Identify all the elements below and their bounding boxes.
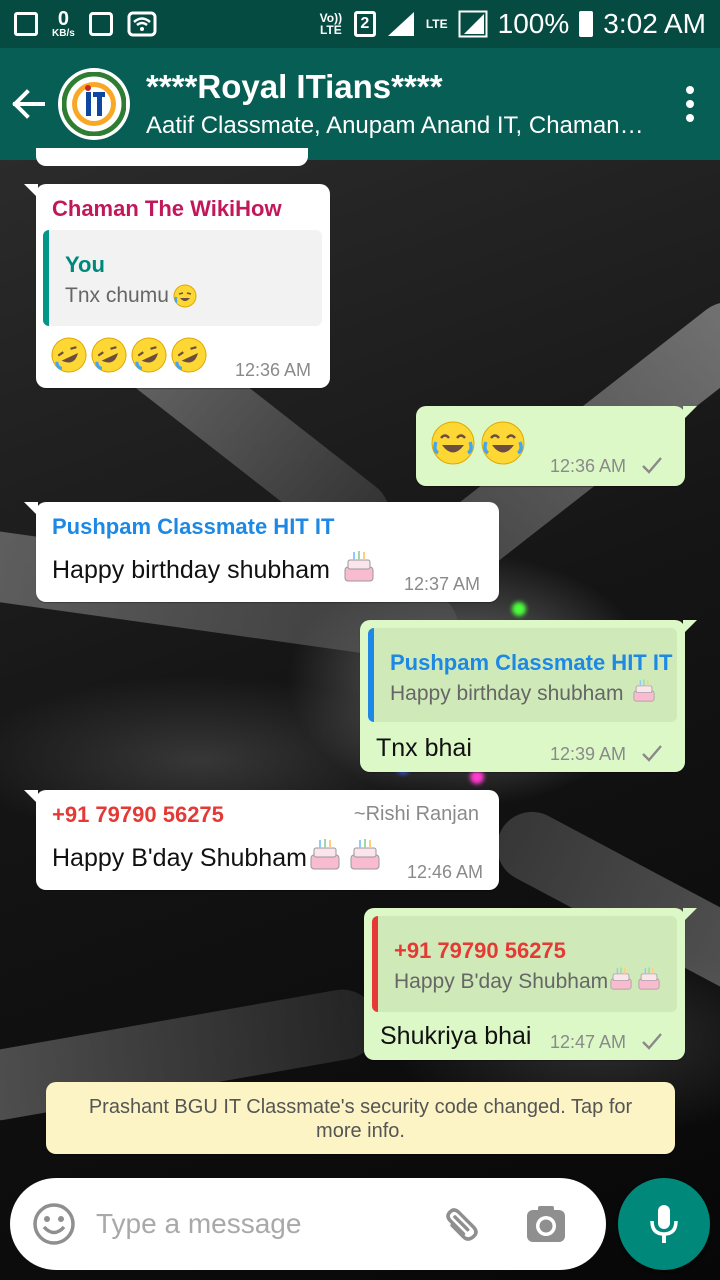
rolling-laughing-emoji-icon [91,337,127,373]
battery-percent: 100% [497,8,570,39]
network-type: LTE [425,17,448,31]
message-bubble[interactable]: Chaman The WikiHow You Tnx chumu 12:36 A… [24,184,330,388]
message-time: 12:37 AM [404,574,481,594]
quote-author: Pushpam Classmate HIT IT [390,650,673,675]
arrow-left-icon [12,89,45,119]
birthday-cake-emoji-icon [350,839,380,870]
message-time: 12:36 AM [550,456,627,476]
tears-of-joy-emoji-icon [481,421,525,465]
message-text-content: Happy B'day Shubham [52,844,307,872]
quote-text-content: Happy B'day Shubham [394,970,609,993]
voice-message-button[interactable] [618,1178,710,1270]
sender-alias: ~Rishi Ranjan [353,803,479,825]
menu-dot [686,86,694,94]
group-name: ****Royal ITians**** [146,68,443,105]
birthday-cake-emoji-icon [344,551,374,582]
quote-author: +91 79790 56275 [394,938,566,963]
message-time: 12:47 AM [550,1032,627,1052]
signal-2-icon [458,10,488,38]
rolling-laughing-emoji-icon [171,337,207,373]
message-bubble[interactable]: Pushpam Classmate HIT IT Happy birthday … [360,620,697,772]
emoji-row [430,420,526,466]
signal-icon [387,12,414,36]
data-speed-value: 0 [57,8,69,30]
group-members: Aatif Classmate, Anupam Anand IT, Chaman… [146,112,646,139]
menu-dot [686,100,694,108]
birthday-cake-emoji-icon [633,679,655,702]
battery-icon [579,11,594,37]
quote-bar [372,916,378,1012]
quote-text-content: Happy birthday shubham [390,682,624,705]
message-text: Happy B'day Shubham [52,839,383,873]
emoji-row [50,336,208,374]
quote-bar [368,628,374,722]
birthday-cake-emoji-icon [310,839,340,870]
laughing-tears-emoji-icon [173,284,197,308]
camera-button[interactable] [524,1202,568,1246]
rolling-laughing-emoji-icon [131,337,167,373]
clock: 3:02 AM [603,8,706,39]
message-bubble[interactable]: 12:36 AM [416,406,697,486]
status-bar: 0 KB/s Vo)) LTE 2 LTE 100% 3:02 AM [0,0,720,48]
tears-of-joy-emoji-icon [431,421,475,465]
group-avatar[interactable] [58,68,130,140]
sent-check-icon [642,457,662,474]
sim-indicator: 2 [353,11,376,37]
sender-name: Chaman The WikiHow [52,196,282,221]
rolling-laughing-emoji-icon [51,337,87,373]
message-bubble[interactable]: +91 79790 56275 ~Rishi Ranjan Happy B'da… [24,790,499,890]
security-code-notice[interactable]: Prashant BGU IT Classmate's security cod… [46,1082,675,1154]
previous-message-edge [36,148,308,166]
screenshot-icon [14,12,38,36]
microphone-icon [650,1205,678,1243]
overflow-menu-button[interactable] [660,48,720,160]
sender-name: Pushpam Classmate HIT IT [52,514,335,539]
birthday-cake-emoji-icon [610,967,632,990]
sent-check-icon [642,745,662,762]
message-time: 12:46 AM [407,862,484,882]
message-input[interactable] [96,1208,426,1240]
emoji-button[interactable] [32,1202,76,1246]
chat-info[interactable]: ****Royal ITians**** Aatif Classmate, An… [146,68,660,140]
message-bubble[interactable]: +91 79790 56275 Happy B'day Shubham Shuk… [364,908,697,1060]
message-text: Shukriya bhai [380,1022,532,1050]
message-text: Happy birthday shubham [52,551,377,585]
wifi-icon [127,11,157,37]
message-text: Tnx bhai [376,734,472,762]
quoted-message[interactable]: Pushpam Classmate HIT IT Happy birthday … [368,628,677,722]
menu-dot [686,114,694,122]
attach-button[interactable] [440,1202,484,1246]
message-time: 12:36 AM [235,360,312,380]
data-speed: 0 KB/s [52,9,75,39]
volte-indicator: Vo)) LTE [319,11,343,37]
message-composer [10,1178,606,1270]
quote-text: Tnx chumu [65,284,197,308]
back-button[interactable] [0,48,56,160]
sent-check-icon [642,1033,662,1050]
quoted-message[interactable]: +91 79790 56275 Happy B'day Shubham [372,916,677,1012]
quote-text: Happy B'day Shubham [394,967,662,994]
quote-text: Happy birthday shubham [390,679,657,706]
quoted-message[interactable]: You Tnx chumu [43,230,322,326]
message-time: 12:39 AM [550,744,627,764]
quote-author: You [65,252,105,277]
message-bubble[interactable]: Pushpam Classmate HIT IT Happy birthday … [24,502,499,602]
quote-bar [43,230,49,326]
birthday-cake-emoji-icon [638,967,660,990]
gallery-icon [88,12,113,36]
message-text-content: Happy birthday shubham [52,556,330,584]
group-logo-icon [62,72,126,136]
quote-text-content: Tnx chumu [65,284,169,307]
sender-name: +91 79790 56275 [52,802,224,827]
chat-header: ****Royal ITians**** Aatif Classmate, An… [0,48,720,160]
data-speed-unit: KB/s [52,28,75,39]
